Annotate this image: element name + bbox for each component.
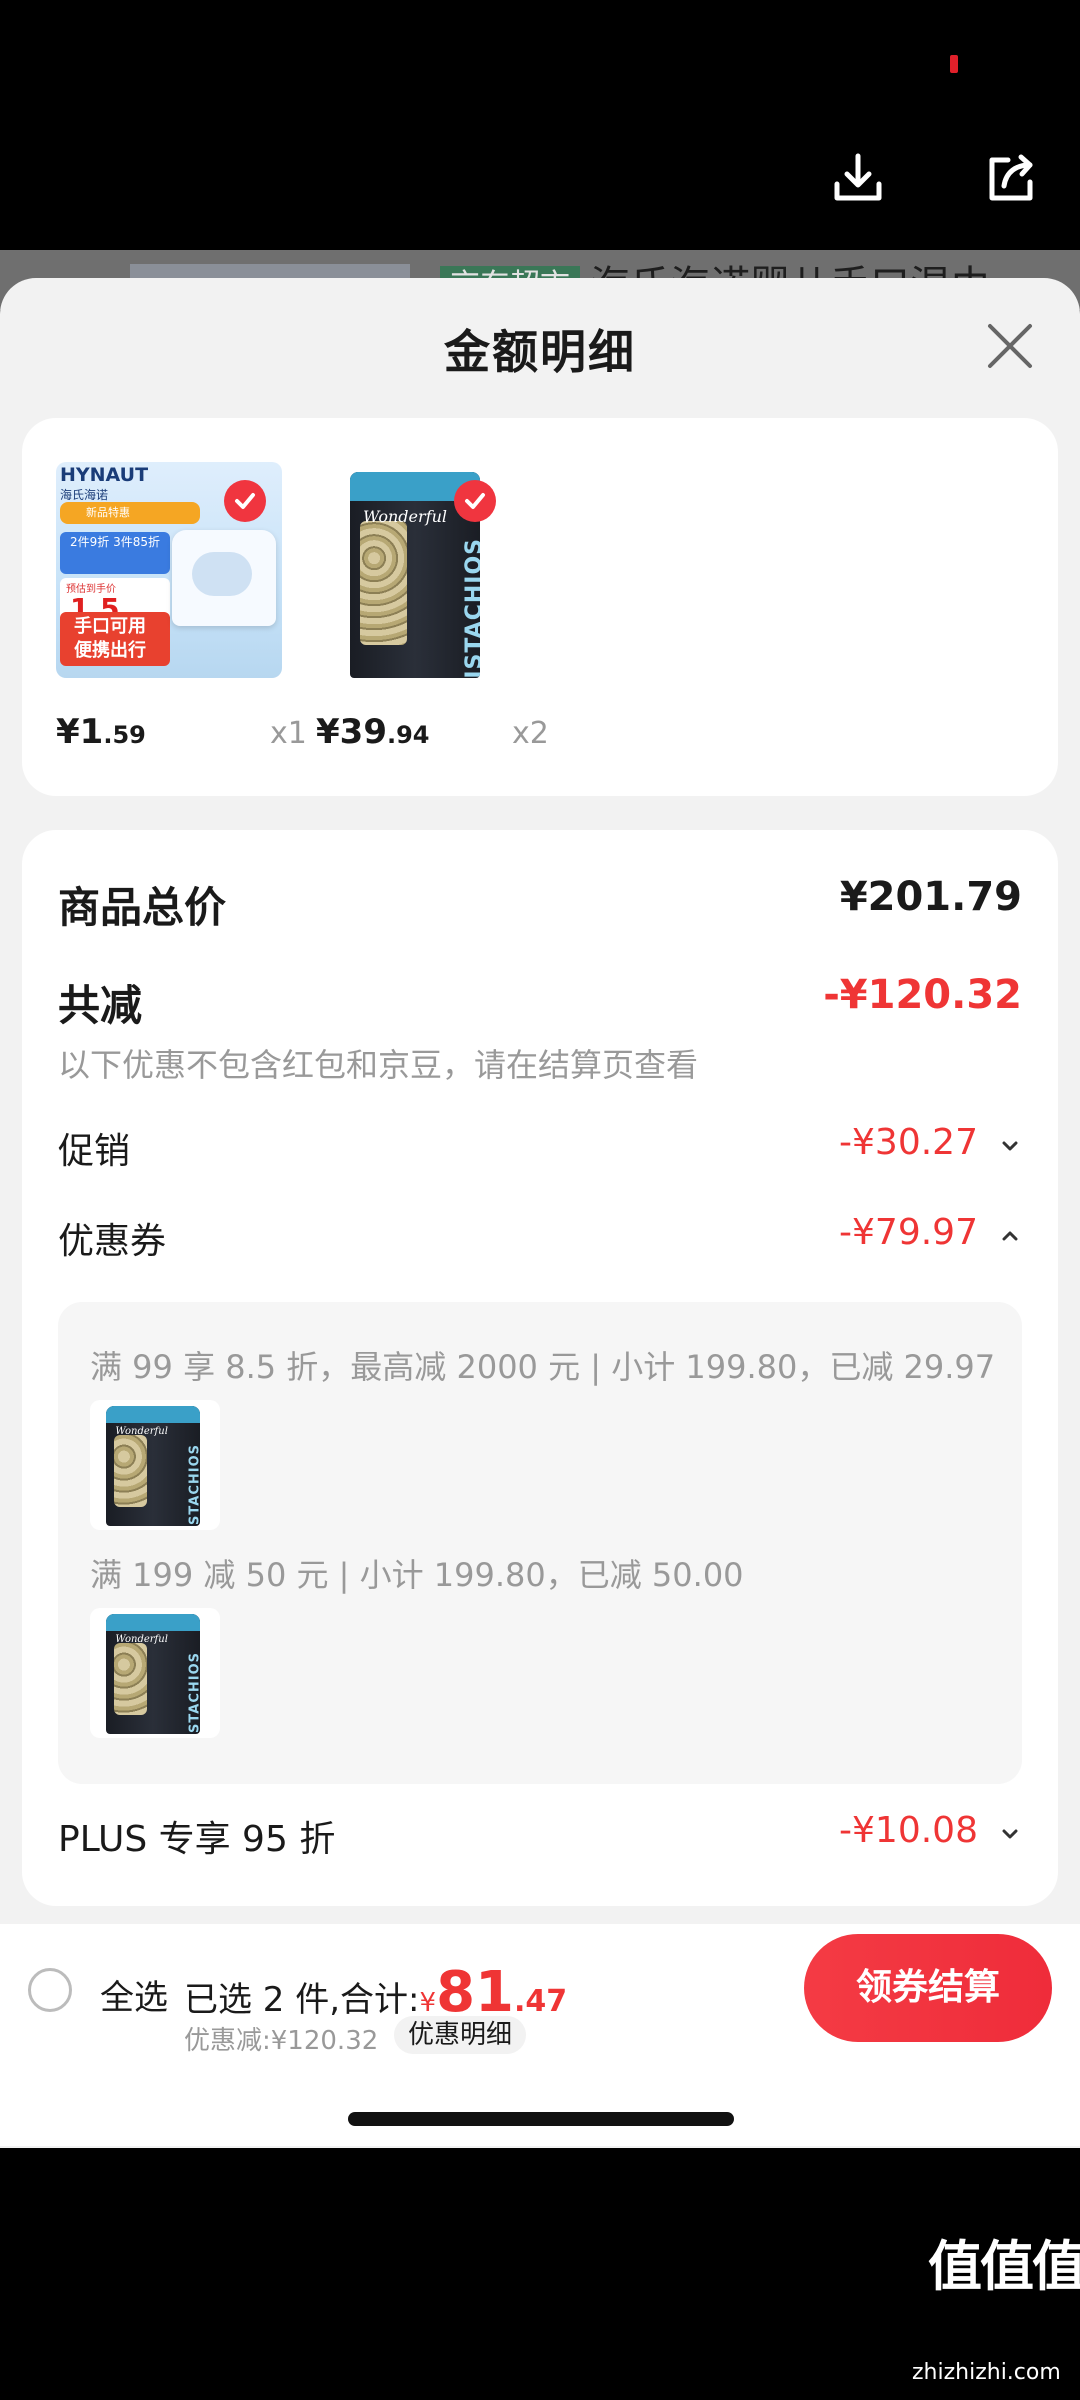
coupon-product-thumbnail: Wonderful PISTACHIOS xyxy=(90,1400,220,1530)
bag-brand: Wonderful xyxy=(115,1426,168,1438)
wipes-pack-image xyxy=(172,530,276,626)
total-price-value: ¥201.79 xyxy=(839,874,1022,920)
discount-note: 以下优惠不包含红包和京豆，请在结算页查看 xyxy=(58,1046,699,1084)
promo-deal: 2件9折 3件85折 xyxy=(60,532,170,574)
bag-brand: Wonderful xyxy=(115,1634,168,1646)
product-image-wipes: HYNAUT 海氏海诺 新品特惠 2件9折 3件85折 预估到手价 1.5 手口… xyxy=(56,462,282,678)
coupon-rule: 满 99 享 8.5 折，最高减 2000 元 | 小计 199.80，已减 2… xyxy=(90,1348,996,1386)
checkmark-icon[interactable] xyxy=(224,480,266,522)
discount-detail-button[interactable]: 优惠明细 xyxy=(394,2016,527,2054)
share-icon[interactable] xyxy=(980,148,1040,208)
download-icon[interactable] xyxy=(828,148,888,208)
watermark-url: zhizhizhi.com xyxy=(912,2360,1061,2385)
home-indicator[interactable] xyxy=(348,2112,734,2126)
checkout-bar: 全选 已选 2 件,合计:¥81.47 优惠减:¥120.32 优惠明细 领券结… xyxy=(0,1924,1080,2146)
amount-detail-sheet: 金额明细 HYNAUT 海氏海诺 新品特惠 2件9折 3件85折 预估到手价 1… xyxy=(0,278,1080,2148)
product-price: ¥1.59 xyxy=(56,712,146,752)
discount-amount: 优惠减:¥120.32 xyxy=(184,2026,379,2056)
chevron-up-icon[interactable] xyxy=(998,1224,1022,1248)
product-image-pistachios: Wonderful PISTACHIOS xyxy=(322,462,548,678)
selected-count-text: 已选 2 件,合计: xyxy=(184,1980,420,2020)
coupon-product-thumbnail: Wonderful PISTACHIOS xyxy=(90,1608,220,1738)
bag-product-name: PISTACHIOS xyxy=(186,1652,200,1734)
recording-indicator xyxy=(950,55,958,73)
promo-slogan: 手口可用 便携出行 xyxy=(60,612,170,666)
product-price-dec: .59 xyxy=(103,721,146,749)
checkout-button[interactable]: 领券结算 xyxy=(804,1934,1052,2042)
product-price: ¥39.94 xyxy=(316,712,430,752)
product-item-wipes[interactable]: HYNAUT 海氏海诺 新品特惠 2件9折 3件85折 预估到手价 1.5 手口… xyxy=(56,462,307,752)
selected-products-card: HYNAUT 海氏海诺 新品特惠 2件9折 3件85折 预估到手价 1.5 手口… xyxy=(22,418,1058,796)
total-amount-dec: .47 xyxy=(514,1984,568,2019)
coupon-row[interactable]: 优惠券 -¥79.97 xyxy=(58,1212,1022,1262)
top-bar xyxy=(0,0,1080,250)
close-icon[interactable] xyxy=(982,318,1038,374)
watermark-logo: 值值值 xyxy=(928,2235,1080,2298)
price-detail-card: 商品总价 ¥201.79 共减 -¥120.32 以下优惠不包含红包和京豆，请在… xyxy=(22,830,1058,1906)
plus-discount-value: -¥10.08 xyxy=(839,1810,978,1851)
sheet-title: 金额明细 xyxy=(444,325,636,379)
chevron-down-icon[interactable] xyxy=(998,1134,1022,1158)
product-price-int: ¥39 xyxy=(316,712,387,752)
product-brand-sub: 海氏海诺 xyxy=(60,488,109,502)
coupon-label: 优惠券 xyxy=(58,1221,167,1262)
coupon-rule: 满 199 减 50 元 | 小计 199.80，已减 50.00 xyxy=(90,1556,744,1594)
plus-discount-row[interactable]: PLUS 专享 95 折 -¥10.08 xyxy=(58,1810,1022,1860)
currency-symbol: ¥ xyxy=(419,1988,437,2018)
plus-discount-label: PLUS 专享 95 折 xyxy=(58,1819,336,1860)
bag-product-name: PISTACHIOS xyxy=(186,1444,200,1526)
promo-strip: 新品特惠 xyxy=(60,502,200,524)
promotion-label: 促销 xyxy=(58,1131,131,1172)
product-price-dec: .94 xyxy=(386,721,430,749)
total-price-label: 商品总价 xyxy=(58,883,227,932)
total-discount-label: 共减 xyxy=(58,981,143,1030)
select-all-checkbox[interactable] xyxy=(28,1968,72,2012)
coupon-value: -¥79.97 xyxy=(839,1212,978,1253)
checkmark-icon[interactable] xyxy=(454,480,496,522)
total-discount-value: -¥120.32 xyxy=(823,972,1022,1018)
promotion-value: -¥30.27 xyxy=(839,1122,978,1163)
bag-product-name: PISTACHIOS xyxy=(461,537,480,678)
chevron-down-icon[interactable] xyxy=(998,1822,1022,1846)
select-all-label[interactable]: 全选 xyxy=(100,1970,168,2019)
product-item-pistachios[interactable]: Wonderful PISTACHIOS ¥39.94 x2 xyxy=(316,462,549,752)
coupon-detail-box: 满 99 享 8.5 折，最高减 2000 元 | 小计 199.80，已减 2… xyxy=(58,1302,1022,1784)
product-brand: HYNAUT xyxy=(60,464,149,486)
promotion-row[interactable]: 促销 -¥30.27 xyxy=(58,1122,1022,1172)
bag-brand: Wonderful xyxy=(363,507,447,527)
product-quantity: x1 xyxy=(270,716,307,751)
product-quantity: x2 xyxy=(512,716,549,751)
product-price-int: ¥1 xyxy=(56,712,104,752)
